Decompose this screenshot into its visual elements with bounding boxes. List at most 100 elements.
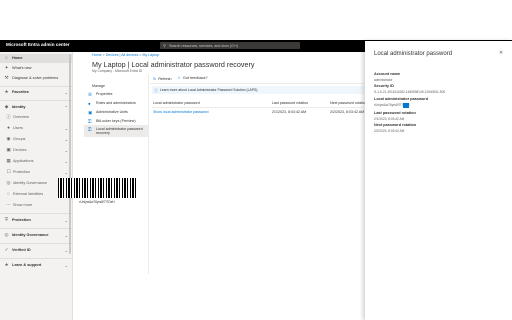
external-icon: ○ [7, 191, 10, 196]
star-icon: ★ [4, 89, 9, 94]
security-id-value: S-1-5-21-3015111082-1485098149-21540061-… [374, 90, 446, 94]
learn-icon: ★ [4, 262, 9, 267]
next-rotation-label: Next password rotation [374, 123, 417, 127]
sidebar-item-favorites[interactable]: ★ Favorites ⌄ [0, 88, 72, 97]
sidebar-item-learn-support[interactable]: ★ Learn & support ⌄ [0, 261, 72, 270]
roles-icon: ● [88, 101, 91, 106]
nav-administrative-units[interactable]: ▣ Administrative Units [84, 108, 148, 117]
chevron-down-icon: ⌄ [64, 125, 68, 131]
chevron-down-icon: ⌄ [64, 262, 68, 268]
chevron-down-icon: ⌄ [64, 169, 68, 175]
search-placeholder[interactable]: Search resources, services, and docs (G+… [169, 44, 238, 48]
password-panel: Local administrator password ✕ Account n… [365, 41, 512, 320]
admin-units-icon: ▣ [88, 110, 93, 115]
sidebar-item-label: Identity [12, 105, 26, 109]
nav-label: Roles and administrators [96, 101, 136, 105]
identity-icon: ◆ [4, 104, 9, 109]
column-header: Last password rotation [272, 101, 309, 105]
password-label: Local administrator password [374, 97, 429, 101]
properties-icon: ☰ [88, 92, 92, 97]
sparkle-icon: ✦ [4, 65, 9, 70]
nav-label: BitLocker keys (Preview) [96, 119, 136, 123]
sidebar-scrollbar[interactable] [69, 54, 71, 254]
refresh-label: Refresh [158, 77, 172, 81]
device-icon: ▣ [6, 147, 11, 152]
sidebar-item-label: Protection [13, 170, 31, 174]
panel-title: Local administrator password [374, 51, 453, 57]
sidebar-item-groups[interactable]: ◉ Groups ⌄ [0, 135, 72, 144]
breadcrumb-device[interactable]: My Laptop [143, 53, 160, 57]
divider [0, 86, 72, 87]
sidebar-item-applications[interactable]: ▦ Applications ⌄ [0, 157, 72, 166]
show-password-link[interactable]: Show local administrator password [153, 110, 209, 114]
sidebar-item-verified-id[interactable]: ✓ Verified ID ⌄ [0, 246, 72, 255]
divider [0, 213, 72, 214]
more-options-button[interactable]: ... [239, 60, 244, 66]
divider [150, 83, 364, 84]
sidebar-item-users[interactable]: ● Users ⌄ [0, 124, 72, 133]
nav-properties[interactable]: ☰ Properties [84, 90, 148, 99]
search-box[interactable]: ⚲ Search resources, services, and docs (… [160, 42, 300, 49]
governance-icon: ◎ [6, 180, 11, 185]
chevron-down-icon: ⌄ [64, 158, 68, 164]
user-icon: ● [7, 125, 10, 130]
nav-label: Administrative Units [96, 110, 128, 114]
chevron-down-icon: ⌄ [64, 232, 68, 238]
nav-laps[interactable]: ⚿ Local administrator password recovery [84, 125, 148, 137]
sidebar-item-home[interactable]: ⌂ Home [0, 54, 72, 63]
sidebar-item-label: Show more [13, 203, 33, 207]
table-cell: 2/2/2023, 8:03:42 AM [330, 110, 365, 114]
divider [0, 258, 72, 259]
chevron-down-icon: ⌄ [64, 247, 68, 253]
breadcrumb-separator: > [139, 53, 142, 57]
sidebar-item-overview[interactable]: ⓘ Overview [0, 113, 72, 122]
close-icon[interactable]: ✕ [499, 50, 503, 56]
sidebar-item-devices[interactable]: ▣ Devices ⌄ [0, 146, 72, 155]
sidebar-item-identity[interactable]: ◆ Identity ⌃ [0, 103, 72, 112]
sidebar-item-label: Favorites [12, 90, 29, 94]
password-barcode [58, 178, 136, 198]
verified-icon: ✓ [4, 247, 9, 252]
lock-icon: ☐ [6, 169, 11, 174]
home-icon: ⌂ [5, 55, 8, 60]
breadcrumb: Home > Devices | All devices > My Laptop [92, 53, 159, 57]
barcode-caption: rUnlyw&w76yrs8!7!7DeH [79, 200, 115, 204]
sidebar-item-label: Verified ID [12, 248, 31, 252]
security-id-label: Security ID [374, 84, 394, 88]
breadcrumb-home[interactable]: Home [92, 53, 102, 57]
sidebar-item-identity-governance[interactable]: ◎ Identity Governance ⌄ [0, 231, 72, 240]
chevron-down-icon: ⌄ [64, 136, 68, 142]
sidebar-item-label: Applications [13, 159, 34, 163]
info-banner: ⓘ Learn more about Local Administrator P… [152, 86, 364, 94]
info-icon: ⓘ [6, 114, 11, 119]
last-rotation-value: 2/1/2023, 8:03:42 AM [374, 117, 405, 121]
refresh-button[interactable]: ↻ Refresh [153, 76, 171, 81]
divider [152, 107, 364, 108]
sidebar-item-label: Groups [13, 137, 26, 141]
nav-roles-administrators[interactable]: ● Roles and administrators [84, 99, 148, 108]
feedback-button[interactable]: ☺ Got feedback? [177, 76, 208, 80]
sidebar-item-protection-sub[interactable]: ☐ Protection ⌄ [0, 168, 72, 177]
copy-icon[interactable] [403, 103, 409, 108]
nav-label: Properties [96, 92, 113, 96]
sidebar-item-protection[interactable]: ⛨ Protection ⌄ [0, 216, 72, 225]
info-text[interactable]: Learn more about Local Administrator Pas… [160, 88, 258, 92]
sidebar-item-label: External Identities [13, 192, 44, 196]
sidebar-item-whats-new[interactable]: ✦ What's new [0, 64, 72, 73]
sidebar-item-label: Protection [12, 218, 31, 222]
sidebar-item-label: Home [12, 56, 23, 60]
sidebar-item-label: Learn & support [12, 263, 42, 267]
breadcrumb-devices[interactable]: Devices | All devices [106, 53, 139, 57]
column-header: Local administrator password [153, 101, 200, 105]
sidebar-item-label: Identity Governance [12, 233, 49, 237]
sidebar-item-label: Overview [13, 115, 29, 119]
password-icon: ⚿ [88, 127, 92, 132]
shield-icon: ⛨ [4, 217, 9, 222]
chevron-down-icon: ⌄ [64, 147, 68, 153]
manage-section-heading: Manage [92, 84, 105, 88]
column-header: Next password rotation [330, 101, 367, 105]
refresh-icon: ↻ [153, 77, 157, 81]
last-rotation-label: Last password rotation [374, 111, 416, 115]
key-icon: ⚿ [88, 119, 92, 124]
sidebar-item-diagnose[interactable]: ⚒ Diagnose & solve problems [0, 74, 72, 83]
